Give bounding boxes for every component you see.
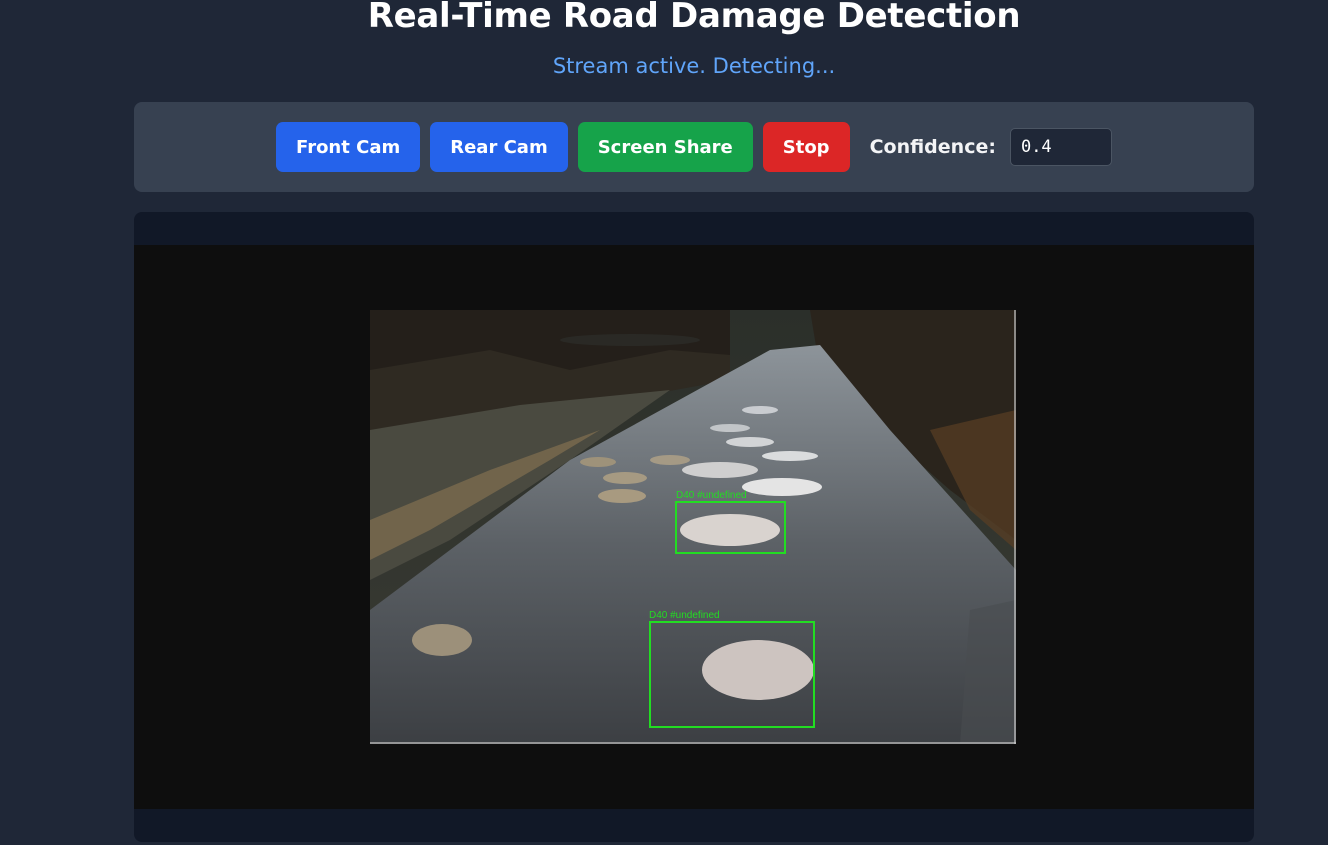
app-page: Real-Time Road Damage Detection Stream a…: [0, 0, 1328, 845]
detection-box: [649, 621, 815, 728]
page-title: Real-Time Road Damage Detection: [367, 0, 1021, 36]
stream-status: Stream active. Detecting...: [552, 54, 836, 78]
video-panel: D40 #undefined D40 #undefined: [134, 212, 1254, 842]
stop-button[interactable]: Stop: [762, 122, 850, 172]
front-cam-button[interactable]: Front Cam: [276, 122, 421, 172]
detection-label: D40 #undefined: [649, 610, 720, 621]
camera-frame: D40 #undefined D40 #undefined: [370, 310, 1016, 744]
screen-share-button[interactable]: Screen Share: [577, 122, 753, 172]
rear-cam-button[interactable]: Rear Cam: [430, 122, 568, 172]
video-canvas: D40 #undefined D40 #undefined: [134, 245, 1254, 809]
confidence-input[interactable]: [1009, 128, 1112, 166]
control-bar: Front Cam Rear Cam Screen Share Stop Con…: [134, 102, 1254, 192]
detection-box: [675, 501, 786, 554]
confidence-label: Confidence:: [869, 136, 996, 158]
detection-label: D40 #undefined: [676, 490, 747, 501]
